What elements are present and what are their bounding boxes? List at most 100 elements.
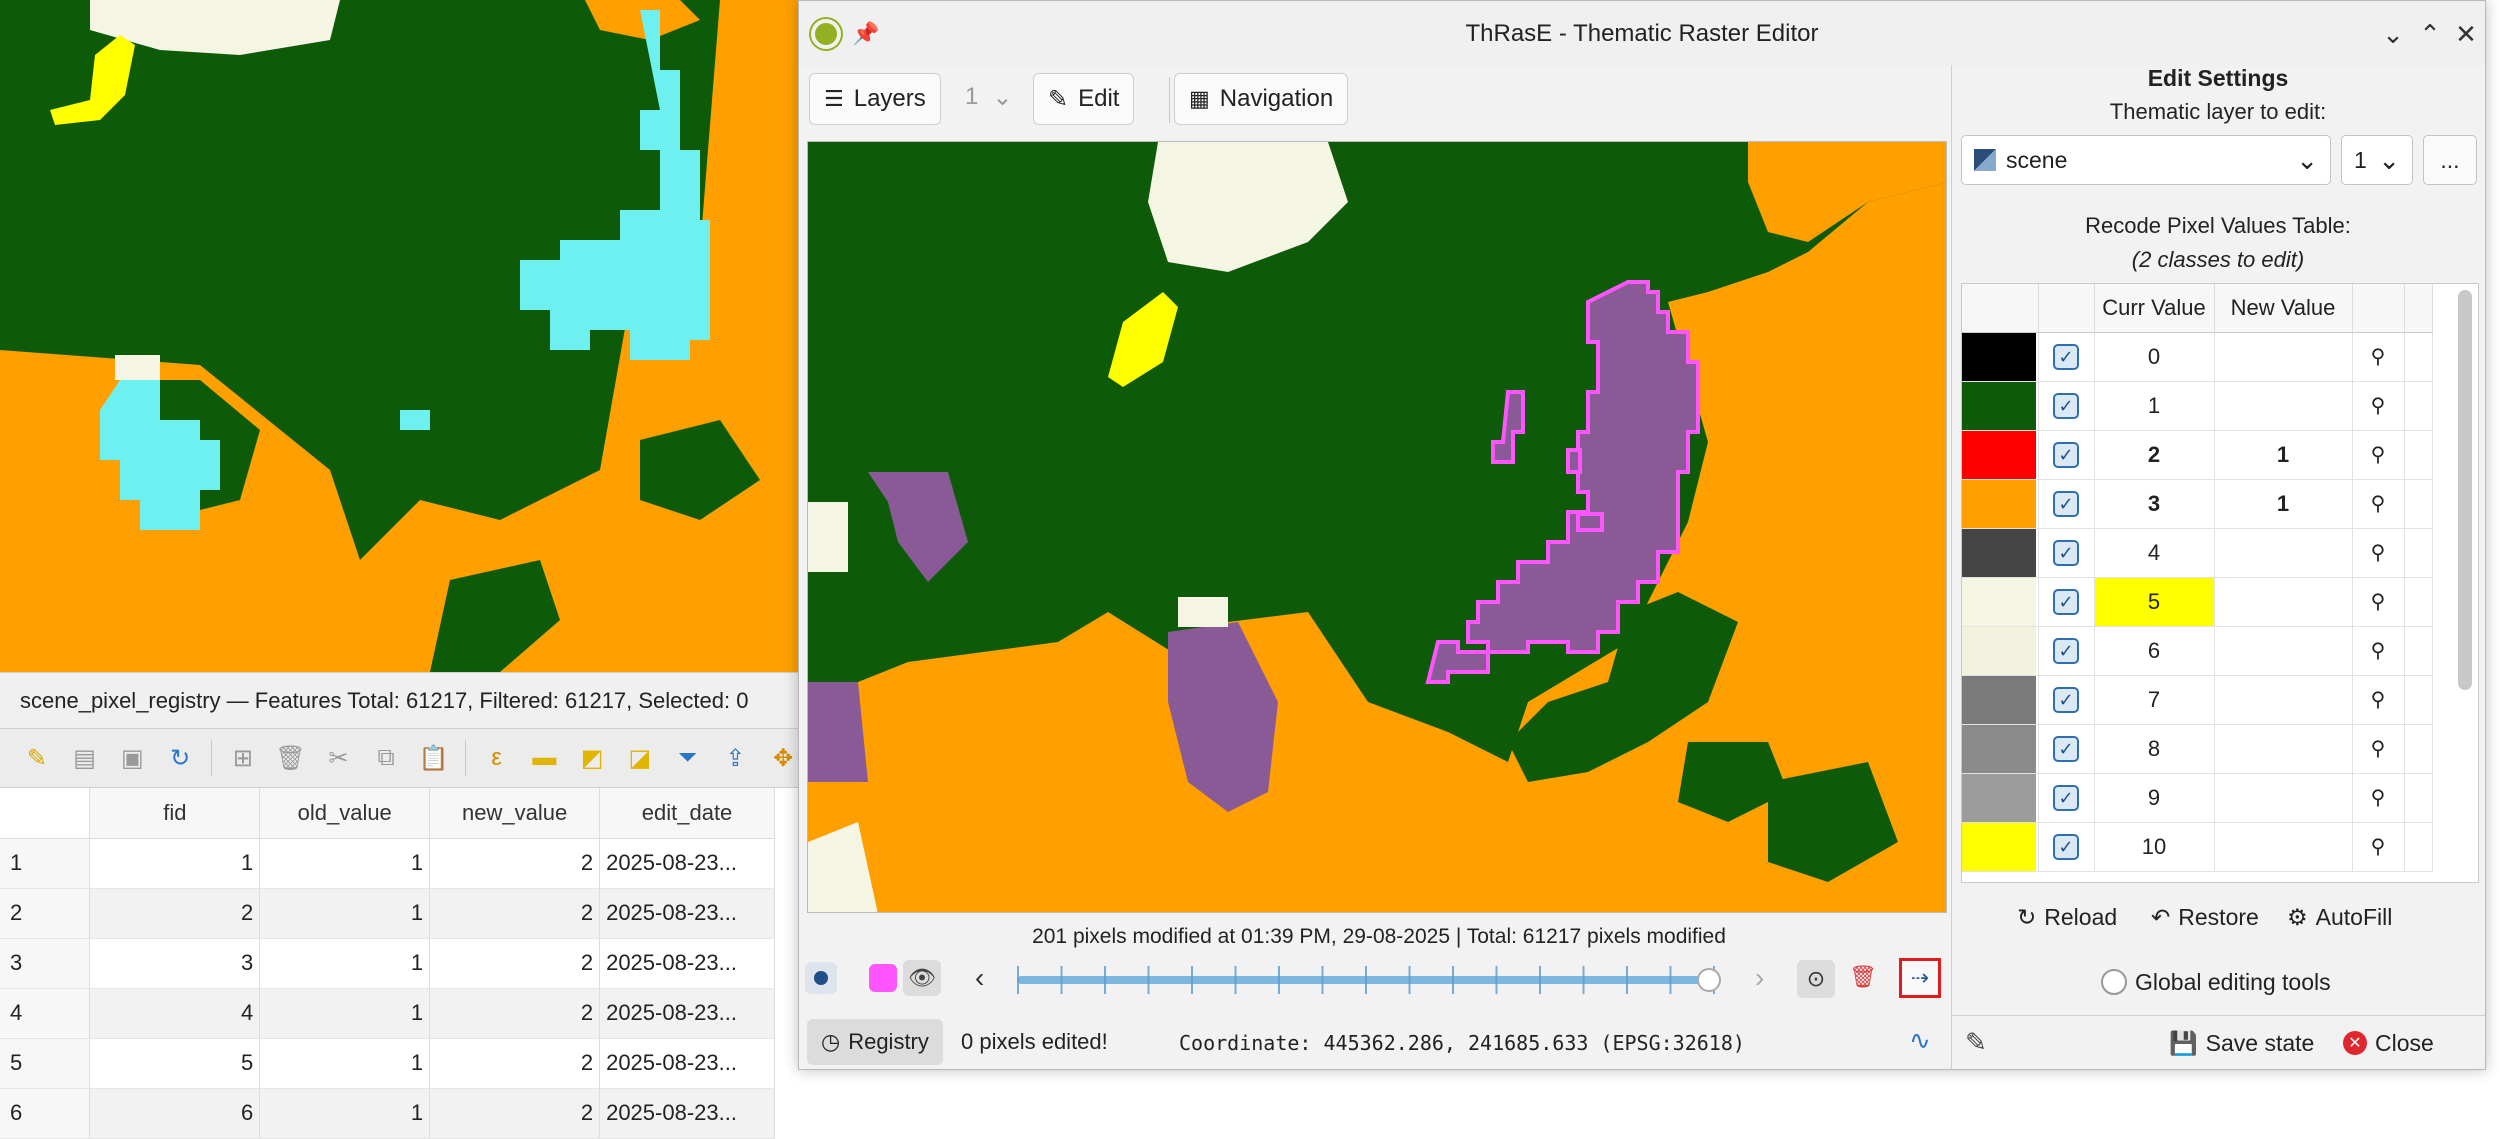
refresh-icon[interactable]: ↻ xyxy=(163,741,197,775)
recode-row[interactable]: ✓ 9 ⚲ xyxy=(1962,773,2433,823)
edit-icon[interactable]: ▤ xyxy=(68,741,102,775)
table-row[interactable]: 1 1 1 2 2025-08-23... xyxy=(0,838,775,889)
highlight-color-button[interactable] xyxy=(869,964,897,992)
cell-new-value[interactable]: 2 xyxy=(429,988,601,1039)
class-color-swatch[interactable] xyxy=(1962,332,2039,382)
close-window-icon[interactable]: ✕ xyxy=(2449,17,2483,51)
cell-fid[interactable]: 3 xyxy=(89,938,261,989)
edit-button[interactable]: ✎ Edit xyxy=(1033,73,1135,125)
pencil-icon[interactable]: ✎ xyxy=(20,741,54,775)
recode-pixel-table[interactable]: Curr Value New Value ✓ 0 ⚲ ✓ 1 ⚲ ✓ 2 1 ⚲ ✓ 3 1 ⚲ ✓ 4 ⚲ ✓ 5… xyxy=(1961,283,2479,883)
navigation-button[interactable]: ▦ Navigation xyxy=(1174,73,1349,125)
pick-pixel-icon[interactable]: ⚲ xyxy=(2352,822,2405,872)
class-enabled-checkbox[interactable]: ✓ xyxy=(2038,675,2095,725)
chevron-left-icon[interactable]: ‹ xyxy=(975,962,984,994)
recode-row[interactable]: ✓ 10 ⚲ xyxy=(1962,822,2433,872)
history-slider[interactable] xyxy=(1017,966,1721,994)
class-color-swatch[interactable] xyxy=(1962,626,2039,676)
cell-new-value[interactable]: 1 xyxy=(2214,479,2353,529)
recode-row[interactable]: ✓ 6 ⚲ xyxy=(1962,626,2433,676)
cell-old-value[interactable]: 1 xyxy=(259,1088,431,1139)
recode-row[interactable]: ✓ 2 1 ⚲ xyxy=(1962,430,2433,480)
deselect-icon[interactable]: ◪ xyxy=(623,741,657,775)
cell-new-value[interactable]: 1 xyxy=(2214,430,2353,480)
invert-select-icon[interactable]: ◩ xyxy=(575,741,609,775)
row-number[interactable]: 4 xyxy=(0,988,91,1039)
cell-old-value[interactable]: 1 xyxy=(259,888,431,939)
class-enabled-checkbox[interactable]: ✓ xyxy=(2038,479,2095,529)
cell-fid[interactable]: 4 xyxy=(89,988,261,1039)
pick-pixel-icon[interactable]: ⚲ xyxy=(2352,479,2405,529)
select-all-icon[interactable]: ▬ xyxy=(528,741,562,775)
band-select[interactable]: 1 ⌄ xyxy=(2341,135,2413,185)
reload-button[interactable]: ↻ Reload xyxy=(2017,895,2117,939)
class-enabled-checkbox[interactable]: ✓ xyxy=(2038,724,2095,774)
table-scrollbar[interactable] xyxy=(2458,290,2472,690)
add-row-icon[interactable]: ⊞ xyxy=(226,741,260,775)
cell-edit-date[interactable]: 2025-08-23... xyxy=(599,1038,775,1089)
raster-map-canvas[interactable] xyxy=(807,141,1947,913)
class-color-swatch[interactable] xyxy=(1962,724,2039,774)
column-header-fid[interactable]: fid xyxy=(89,788,261,839)
cell-new-value[interactable] xyxy=(2214,528,2353,578)
registry-button[interactable]: ◷ Registry xyxy=(807,1019,943,1065)
table-row[interactable]: 6 6 1 2 2025-08-23... xyxy=(0,1088,775,1139)
column-header-edit-date[interactable]: edit_date xyxy=(599,788,775,839)
notes-icon[interactable]: ✎ xyxy=(1965,1027,1987,1058)
autofill-button[interactable]: ⚙ AutoFill xyxy=(2287,895,2392,939)
cell-old-value[interactable]: 1 xyxy=(259,1038,431,1089)
pick-pixel-icon[interactable]: ⚲ xyxy=(2352,773,2405,823)
cell-old-value[interactable]: 1 xyxy=(259,988,431,1039)
restore-button[interactable]: ↶ Restore xyxy=(2151,895,2259,939)
background-map-canvas[interactable] xyxy=(0,0,800,672)
attribute-table[interactable]: fid old_value new_value edit_date 1 1 1 2 20… xyxy=(0,788,800,1139)
class-enabled-checkbox[interactable]: ✓ xyxy=(2038,430,2095,480)
recode-row[interactable]: ✓ 8 ⚲ xyxy=(1962,724,2433,774)
class-color-swatch[interactable] xyxy=(1962,528,2039,578)
class-enabled-checkbox[interactable]: ✓ xyxy=(2038,626,2095,676)
record-icon[interactable] xyxy=(805,962,837,994)
column-header-new-value[interactable]: New Value xyxy=(2214,284,2353,333)
pick-pixel-icon[interactable]: ⚲ xyxy=(2352,626,2405,676)
cell-new-value[interactable]: 2 xyxy=(429,1038,601,1089)
table-row[interactable]: 5 5 1 2 2025-08-23... xyxy=(0,1038,775,1089)
class-color-swatch[interactable] xyxy=(1962,577,2039,627)
browse-layer-button[interactable]: ... xyxy=(2423,135,2477,185)
layers-count-select[interactable]: 1 ⌄ xyxy=(965,83,1012,112)
class-enabled-checkbox[interactable]: ✓ xyxy=(2038,528,2095,578)
row-number[interactable]: 3 xyxy=(0,938,91,989)
recode-row[interactable]: ✓ 5 ⚲ xyxy=(1962,577,2433,627)
filter-icon[interactable]: ⏷ xyxy=(671,741,705,775)
table-row[interactable]: 4 4 1 2 2025-08-23... xyxy=(0,988,775,1039)
close-button[interactable]: ✕ Close xyxy=(2343,1021,2434,1065)
cell-new-value[interactable]: 2 xyxy=(429,938,601,989)
class-enabled-checkbox[interactable]: ✓ xyxy=(2038,773,2095,823)
cell-fid[interactable]: 5 xyxy=(89,1038,261,1089)
column-header-new-value[interactable]: new_value xyxy=(429,788,601,839)
pick-pixel-icon[interactable]: ⚲ xyxy=(2352,528,2405,578)
row-number[interactable]: 6 xyxy=(0,1088,91,1139)
table-row[interactable]: 2 2 1 2 2025-08-23... xyxy=(0,888,775,939)
cell-old-value[interactable]: 1 xyxy=(259,838,431,889)
cell-edit-date[interactable]: 2025-08-23... xyxy=(599,988,775,1039)
trash-icon[interactable]: 🗑 xyxy=(1849,964,1877,990)
column-header-old-value[interactable]: old_value xyxy=(259,788,431,839)
cell-new-value[interactable]: 2 xyxy=(429,888,601,939)
pick-pixel-icon[interactable]: ⚲ xyxy=(2352,675,2405,725)
class-enabled-checkbox[interactable]: ✓ xyxy=(2038,332,2095,382)
save-state-button[interactable]: 💾 Save state xyxy=(2169,1021,2314,1065)
cell-old-value[interactable]: 1 xyxy=(259,938,431,989)
cut-icon[interactable]: ✂ xyxy=(322,741,356,775)
cell-new-value[interactable]: 2 xyxy=(429,1088,601,1139)
cell-new-value[interactable] xyxy=(2214,724,2353,774)
pan-icon[interactable]: ✥ xyxy=(766,741,800,775)
class-color-swatch[interactable] xyxy=(1962,675,2039,725)
class-color-swatch[interactable] xyxy=(1962,773,2039,823)
curve-icon[interactable]: ∿ xyxy=(1909,1025,1931,1056)
cell-new-value[interactable] xyxy=(2214,675,2353,725)
cell-edit-date[interactable]: 2025-08-23... xyxy=(599,938,775,989)
recode-row[interactable]: ✓ 0 ⚲ xyxy=(1962,332,2433,382)
cell-edit-date[interactable]: 2025-08-23... xyxy=(599,1088,775,1139)
minimize-chevron-icon[interactable]: ⌄ xyxy=(2376,17,2410,51)
row-number[interactable]: 2 xyxy=(0,888,91,939)
